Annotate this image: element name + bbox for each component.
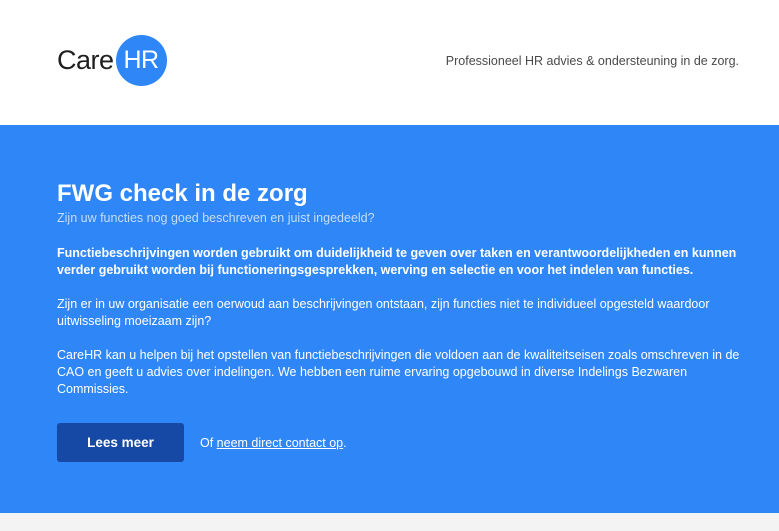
intro-paragraph: Functiebeschrijvingen worden gebruikt om… bbox=[57, 246, 737, 277]
hero-actions: Lees meer Of neem direct contact op. bbox=[57, 423, 347, 462]
hero-content: FWG check in de zorg Zijn uw functies no… bbox=[57, 179, 747, 398]
contact-link[interactable]: neem direct contact op bbox=[217, 436, 343, 450]
body-paragraph-1: Zijn er in uw organisatie een oerwoud aa… bbox=[57, 297, 710, 328]
body-paragraph-2: CareHR kan u helpen bij het opstellen va… bbox=[57, 348, 740, 396]
page-subtitle: Zijn uw functies nog goed beschreven en … bbox=[57, 211, 375, 225]
footer-strip bbox=[0, 513, 779, 531]
logo-text: Care bbox=[57, 45, 114, 75]
site-header: Care HR Professioneel HR advies & onders… bbox=[0, 0, 779, 125]
contact-suffix: . bbox=[343, 435, 347, 450]
contact-text: Of neem direct contact op. bbox=[200, 436, 347, 450]
read-more-button[interactable]: Lees meer bbox=[57, 423, 184, 462]
header-tagline: Professioneel HR advies & ondersteuning … bbox=[445, 54, 739, 68]
page-title: FWG check in de zorg bbox=[57, 180, 308, 207]
contact-prefix: Of bbox=[200, 435, 217, 450]
hero-section: FWG check in de zorg Zijn uw functies no… bbox=[0, 125, 779, 513]
logo-badge: HR bbox=[115, 35, 167, 86]
carehr-logo[interactable]: Care HR bbox=[57, 35, 167, 86]
